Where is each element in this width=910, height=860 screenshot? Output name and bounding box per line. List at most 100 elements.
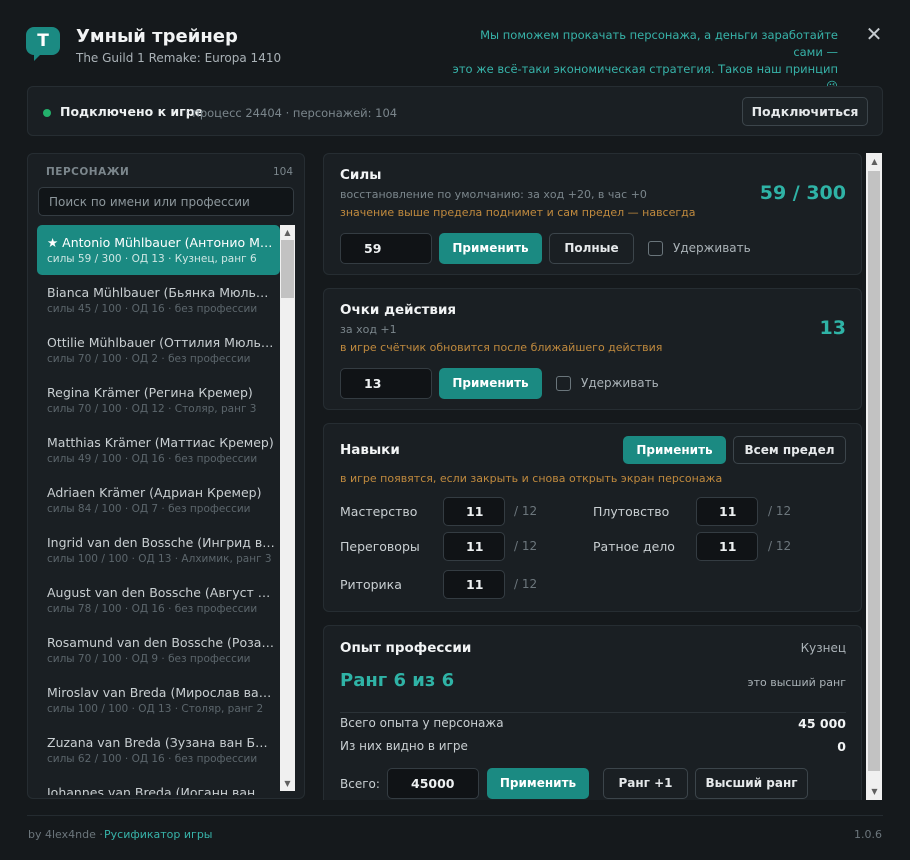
character-list-item[interactable]: Johannes van Breda (Иоганн ван Бреда)сил… xyxy=(37,775,280,795)
skill-label: Ратное дело xyxy=(593,539,675,554)
characters-count: 104 xyxy=(272,166,293,178)
skill-label: Плутовство xyxy=(593,504,670,519)
characters-scrollbar[interactable]: ▲ ▼ xyxy=(280,225,295,791)
character-meta: силы 70 / 100 · ОД 12 · Столяр, ранг 3 xyxy=(47,403,257,415)
skill-input[interactable]: 11 xyxy=(443,532,505,561)
footer-divider xyxy=(27,815,883,816)
skill-input[interactable]: 11 xyxy=(696,497,758,526)
skill-input[interactable]: 11 xyxy=(696,532,758,561)
connection-bar: Подключено к игре · процесс 24404 · перс… xyxy=(27,86,883,136)
character-meta: силы 78 / 100 · ОД 16 · без профессии xyxy=(47,603,258,615)
profession-title: Опыт профессии xyxy=(340,640,472,656)
character-list-item[interactable]: Ingrid van den Bossche (Ингрид ван ден Б… xyxy=(37,525,280,575)
characters-panel: ПЕРСОНАЖИ 104 ★ Antonio Mühlbauer (Антон… xyxy=(27,153,305,799)
skill-input[interactable]: 11 xyxy=(443,497,505,526)
character-list: ★ Antonio Mühlbauer (Антонио Мюльбауэр) с… xyxy=(37,225,280,795)
action-points-apply-button[interactable]: Применить xyxy=(439,368,542,399)
search-input[interactable] xyxy=(38,187,294,216)
motto-line-1: Мы поможем прокачать персонажа, а деньги… xyxy=(480,28,838,59)
connection-status: Подключено к игре xyxy=(60,104,204,119)
character-name: Ingrid van den Bossche (Ингрид ван ден Б… xyxy=(47,535,275,550)
scroll-thumb[interactable] xyxy=(868,171,880,771)
action-points-input[interactable]: 13 xyxy=(340,368,432,399)
strength-card: Силы восстановление по умолчанию: за ход… xyxy=(323,153,862,275)
character-name: Matthias Krämer (Маттиас Кремер) xyxy=(47,435,274,450)
close-icon[interactable]: ✕ xyxy=(864,24,884,44)
profession-card: Опыт профессии Кузнец Ранг 6 из 6 это вы… xyxy=(323,625,862,800)
character-meta: силы 84 / 100 · ОД 7 · без профессии xyxy=(47,503,251,515)
skill-input[interactable]: 11 xyxy=(443,570,505,599)
skill-max: / 12 xyxy=(768,504,792,518)
character-meta: силы 62 / 100 · ОД 16 · без профессии xyxy=(47,753,258,765)
xp-total-label: Всего опыта у персонажа xyxy=(340,716,504,730)
character-name: Ottilie Mühlbauer (Оттилия Мюльбауэр) xyxy=(47,335,275,350)
character-list-item[interactable]: Matthias Krämer (Маттиас Кремер) силы 49 … xyxy=(37,425,280,475)
xp-visible-value: 0 xyxy=(837,739,846,754)
xp-input-label: Всего: xyxy=(340,777,380,791)
strength-recovery: восстановление по умолчанию: за ход +20,… xyxy=(340,188,647,201)
character-meta: силы 100 / 100 · ОД 13 · Алхимик, ранг 3 xyxy=(47,553,272,565)
scroll-down-icon[interactable]: ▼ xyxy=(867,784,882,799)
character-list-item[interactable]: August van den Bossche (Август ван ден Б… xyxy=(37,575,280,625)
character-name: Zuzana van Breda (Зузана ван Бреда) xyxy=(47,735,275,750)
app-subtitle: The Guild 1 Remake: Europa 1410 xyxy=(76,51,282,65)
strength-full-button[interactable]: Полные xyxy=(549,233,634,264)
skill-max: / 12 xyxy=(514,577,538,591)
localization-link[interactable]: Русификатор игры xyxy=(104,828,213,841)
skills-apply-button[interactable]: Применить xyxy=(623,436,726,464)
main-scrollbar[interactable]: ▲ ▼ xyxy=(866,153,882,800)
scroll-up-icon[interactable]: ▲ xyxy=(280,225,295,240)
character-name: Johannes van Breda (Иоганн ван Бреда) xyxy=(47,785,275,795)
character-list-item[interactable]: ★ Antonio Mühlbauer (Антонио Мюльбауэр) с… xyxy=(37,225,280,275)
xp-apply-button[interactable]: Применить xyxy=(487,768,589,799)
action-points-warning: в игре счётчик обновится после ближайшег… xyxy=(340,341,663,354)
motto: Мы поможем прокачать персонажа, а деньги… xyxy=(448,27,838,95)
character-list-item[interactable]: Rosamund van den Bossche (Розамунда) силы… xyxy=(37,625,280,675)
character-name: Miroslav van Breda (Мирослав ван Бреда) xyxy=(47,685,275,700)
character-name: Rosamund van den Bossche (Розамунда) xyxy=(47,635,275,650)
skill-max: / 12 xyxy=(768,539,792,553)
max-rank-button[interactable]: Высший ранг xyxy=(695,768,808,799)
skill-label: Мастерство xyxy=(340,504,418,519)
character-list-item[interactable]: Regina Krämer (Регина Кремер) силы 70 / 1… xyxy=(37,375,280,425)
connect-button[interactable]: Подключиться xyxy=(742,97,868,126)
action-points-recovery: за ход +1 xyxy=(340,323,397,336)
scroll-up-icon[interactable]: ▲ xyxy=(867,154,882,169)
strength-hold-checkbox[interactable] xyxy=(648,241,663,256)
footer-author: by 4lex4nde · xyxy=(28,828,103,841)
character-meta: силы 59 / 300 · ОД 13 · Кузнец, ранг 6 xyxy=(47,253,257,265)
app-header: T Умный трейнер The Guild 1 Remake: Euro… xyxy=(0,0,910,93)
app-version: 1.0.6 xyxy=(854,828,882,841)
characters-heading: ПЕРСОНАЖИ xyxy=(46,166,130,178)
scroll-thumb[interactable] xyxy=(281,240,294,298)
character-list-item[interactable]: Miroslav van Breda (Мирослав ван Бреда) с… xyxy=(37,675,280,725)
character-name: Bianca Mühlbauer (Бьянка Мюльбауэр) xyxy=(47,285,275,300)
xp-visible-label: Из них видно в игре xyxy=(340,739,468,753)
character-meta: силы 70 / 100 · ОД 2 · без профессии xyxy=(47,353,251,365)
skill-max: / 12 xyxy=(514,504,538,518)
xp-input[interactable]: 45000 xyxy=(387,768,479,799)
character-list-item[interactable]: Bianca Mühlbauer (Бьянка Мюльбауэр) силы … xyxy=(37,275,280,325)
character-meta: силы 70 / 100 · ОД 9 · без профессии xyxy=(47,653,251,665)
skills-title: Навыки xyxy=(340,442,400,458)
character-name: August van den Bossche (Август ван ден Б… xyxy=(47,585,275,600)
strength-apply-button[interactable]: Применить xyxy=(439,233,542,264)
profession-rank: Ранг 6 из 6 xyxy=(340,670,455,691)
skills-max-all-button[interactable]: Всем предел xyxy=(733,436,846,464)
app-title: Умный трейнер xyxy=(76,26,238,47)
action-points-hold-checkbox[interactable] xyxy=(556,376,571,391)
character-name: ★ Antonio Mühlbauer (Антонио Мюльбауэр) xyxy=(47,235,275,250)
character-meta: силы 49 / 100 · ОД 16 · без профессии xyxy=(47,453,258,465)
scroll-down-icon[interactable]: ▼ xyxy=(280,776,295,791)
skill-max: / 12 xyxy=(514,539,538,553)
rank-up-button[interactable]: Ранг +1 xyxy=(603,768,688,799)
character-list-item[interactable]: Adriaen Krämer (Адриан Кремер) силы 84 / … xyxy=(37,475,280,525)
character-list-item[interactable]: Ottilie Mühlbauer (Оттилия Мюльбауэр) сил… xyxy=(37,325,280,375)
strength-input[interactable]: 59 xyxy=(340,233,432,264)
divider xyxy=(340,712,846,713)
profession-rank-note: это высший ранг xyxy=(747,676,846,689)
action-points-card: Очки действия за ход +1 в игре счётчик о… xyxy=(323,288,862,410)
character-list-item[interactable]: Zuzana van Breda (Зузана ван Бреда) силы … xyxy=(37,725,280,775)
action-points-value: 13 xyxy=(819,317,846,339)
skills-warning: в игре появятся, если закрыть и снова от… xyxy=(340,472,723,485)
